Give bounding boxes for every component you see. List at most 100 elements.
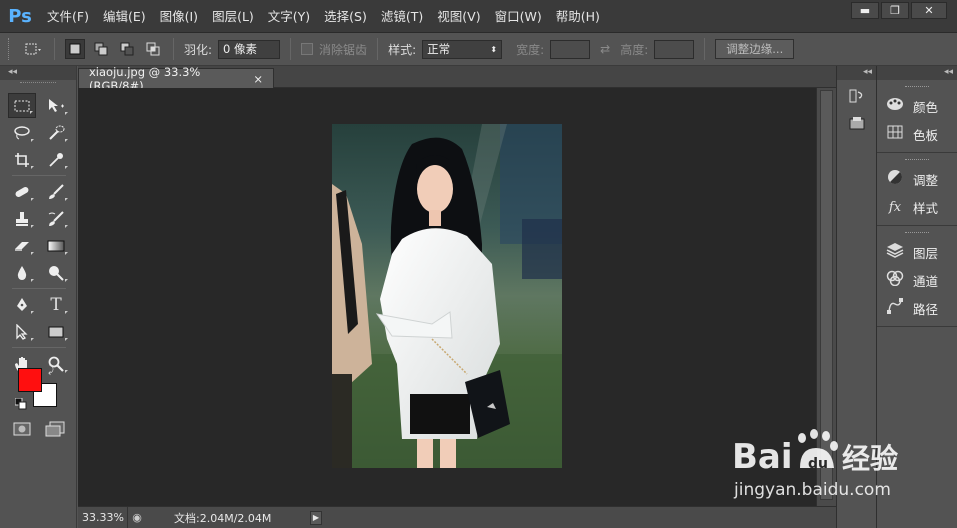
- marquee-preset-icon[interactable]: [24, 39, 44, 59]
- zoom-tool-icon[interactable]: [42, 351, 70, 376]
- panel-swatches[interactable]: 色板: [877, 120, 957, 148]
- swap-dimensions-icon[interactable]: ⇄: [600, 42, 610, 56]
- panel-grip[interactable]: [905, 159, 929, 163]
- eraser-tool-icon[interactable]: [8, 233, 36, 258]
- panel-adjustments-label: 调整: [913, 172, 939, 188]
- menu-view[interactable]: 视图(V): [430, 0, 487, 33]
- panel-channels-label: 通道: [913, 273, 939, 289]
- intersect-selection-icon[interactable]: [143, 39, 163, 59]
- collapse-mini-dock-icon[interactable]: ◂◂: [837, 66, 876, 80]
- properties-panel-icon[interactable]: [839, 112, 875, 136]
- history-panel-icon[interactable]: [839, 84, 875, 108]
- width-label: 宽度:: [516, 42, 545, 57]
- options-bar: 羽化: 0 像素 消除锯齿 样式: 正常 ⬍ 宽度: ⇄ 高度: 调整边缘...: [0, 33, 957, 66]
- rectangle-tool-icon[interactable]: [42, 319, 70, 344]
- quick-selection-tool-icon[interactable]: [42, 120, 70, 145]
- add-selection-icon[interactable]: [91, 39, 111, 59]
- panel-styles-label: 样式: [913, 200, 939, 216]
- close-button[interactable]: ✕: [911, 2, 947, 19]
- menu-window[interactable]: 窗口(W): [488, 0, 549, 33]
- layers-icon: [885, 242, 905, 262]
- panel-paths[interactable]: 路径: [877, 294, 957, 322]
- swatches-icon: [885, 125, 905, 143]
- panel-group-color: 颜色 色板: [877, 80, 957, 153]
- menu-filter[interactable]: 滤镜(T): [374, 0, 430, 33]
- paths-icon: [885, 298, 905, 318]
- menu-edit[interactable]: 编辑(E): [96, 0, 153, 33]
- style-select[interactable]: 正常 ⬍: [422, 39, 503, 59]
- document-tab-close-icon[interactable]: ×: [253, 72, 263, 86]
- document-image[interactable]: [332, 124, 562, 468]
- menu-layer[interactable]: 图层(L): [205, 0, 261, 33]
- status-menu-arrow-icon[interactable]: ▶: [310, 510, 322, 525]
- zoom-level-field[interactable]: 33.33%: [78, 507, 128, 528]
- watermark-url: jingyan.baidu.com: [734, 480, 891, 500]
- brush-tool-icon[interactable]: [42, 179, 70, 204]
- styles-icon: fx: [888, 199, 902, 215]
- options-grip[interactable]: [8, 38, 12, 60]
- menu-bar: Ps 文件(F) 编辑(E) 图像(I) 图层(L) 文字(Y) 选择(S) 滤…: [0, 0, 957, 33]
- collapse-icon[interactable]: ◂◂: [0, 66, 76, 80]
- swap-colors-icon[interactable]: ⤸: [48, 365, 54, 376]
- menu-select[interactable]: 选择(S): [317, 0, 374, 33]
- tools-grip[interactable]: [20, 82, 56, 88]
- panel-paths-label: 路径: [913, 301, 939, 317]
- blur-tool-icon[interactable]: [8, 260, 36, 285]
- menu-type[interactable]: 文字(Y): [261, 0, 317, 33]
- status-info-icon[interactable]: ◉: [128, 511, 146, 524]
- gradient-tool-icon[interactable]: [42, 233, 70, 258]
- divider: [12, 347, 66, 348]
- menu-help[interactable]: 帮助(H): [549, 0, 607, 33]
- collapse-panels-icon[interactable]: ◂◂: [877, 66, 957, 80]
- document-size-info: 文档:2.04M/2.04M: [174, 511, 272, 525]
- lasso-tool-icon[interactable]: [8, 120, 36, 145]
- healing-brush-tool-icon[interactable]: [8, 179, 36, 204]
- menu-file[interactable]: 文件(F): [40, 0, 96, 33]
- divider: [290, 38, 292, 60]
- tools-panel: ◂◂ T ⤸: [0, 66, 77, 528]
- panel-color[interactable]: 颜色: [877, 92, 957, 120]
- panel-layers-label: 图层: [913, 245, 939, 261]
- default-colors-icon[interactable]: [14, 397, 27, 413]
- move-tool-icon[interactable]: [42, 93, 70, 118]
- panel-color-label: 颜色: [913, 99, 939, 115]
- panel-layers[interactable]: 图层: [877, 238, 957, 266]
- panel-grip[interactable]: [905, 232, 929, 236]
- eyedropper-tool-icon[interactable]: [42, 147, 70, 172]
- panel-swatches-label: 色板: [913, 127, 939, 143]
- new-selection-icon[interactable]: [65, 39, 85, 59]
- height-input[interactable]: [654, 39, 695, 59]
- panel-channels[interactable]: 通道: [877, 266, 957, 294]
- divider: [704, 38, 706, 60]
- svg-text:Bai: Bai: [732, 437, 793, 477]
- screen-mode-icon[interactable]: [44, 421, 68, 439]
- pen-tool-icon[interactable]: [8, 292, 36, 317]
- baidu-jingyan-watermark: Bai du 经验 jingyan.baidu.com: [730, 428, 930, 508]
- marquee-tool-icon[interactable]: [8, 93, 36, 118]
- refine-edge-button[interactable]: 调整边缘...: [715, 39, 795, 59]
- style-select-value: 正常: [427, 42, 451, 56]
- divider: [377, 38, 379, 60]
- minimize-button[interactable]: ▬: [851, 2, 879, 19]
- feather-input[interactable]: 0 像素: [218, 39, 281, 59]
- history-brush-tool-icon[interactable]: [42, 206, 70, 231]
- width-input[interactable]: [550, 39, 591, 59]
- svg-text:经验: 经验: [842, 442, 898, 475]
- dodge-tool-icon[interactable]: [42, 260, 70, 285]
- menu-image[interactable]: 图像(I): [153, 0, 205, 33]
- clone-stamp-tool-icon[interactable]: [8, 206, 36, 231]
- subtract-selection-icon[interactable]: [117, 39, 137, 59]
- path-selection-tool-icon[interactable]: [8, 319, 36, 344]
- height-label: 高度:: [620, 42, 649, 57]
- document-tab[interactable]: xiaoju.jpg @ 33.3%(RGB/8#) ×: [78, 65, 274, 93]
- panel-styles[interactable]: fx 样式: [877, 193, 957, 221]
- crop-tool-icon[interactable]: [8, 147, 36, 172]
- maximize-button[interactable]: ❐: [881, 2, 909, 19]
- quick-mask-icon[interactable]: [12, 421, 34, 439]
- type-tool-icon[interactable]: T: [42, 292, 70, 317]
- antialias-checkbox[interactable]: [301, 43, 314, 55]
- panel-adjustments[interactable]: 调整: [877, 165, 957, 193]
- svg-text:du: du: [808, 456, 828, 472]
- panel-grip[interactable]: [905, 86, 929, 90]
- foreground-color-swatch[interactable]: [18, 368, 42, 392]
